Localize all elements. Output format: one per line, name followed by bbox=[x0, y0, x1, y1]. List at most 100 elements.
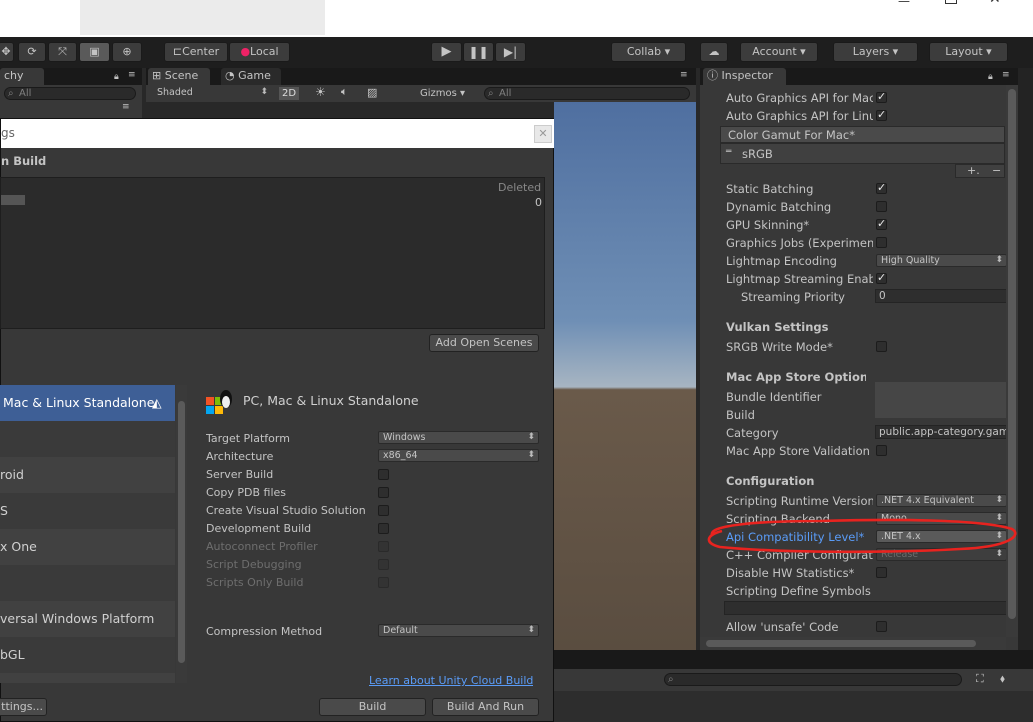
auto-graphics-mac-checkbox[interactable] bbox=[876, 90, 887, 103]
color-gamut-header: Color Gamut For Mac* bbox=[720, 126, 1005, 143]
gpu-skinning-checkbox[interactable] bbox=[876, 217, 887, 230]
collab-button[interactable]: Collab ▾ bbox=[611, 42, 686, 62]
tab-inspector[interactable]: ⓘ Inspector bbox=[703, 68, 786, 85]
static-batching-label: Static Batching bbox=[726, 182, 814, 196]
auto-graphics-linux-checkbox[interactable] bbox=[876, 108, 887, 121]
inspector-hscrollbar[interactable] bbox=[700, 637, 1006, 650]
dynamic-batching-checkbox[interactable] bbox=[876, 201, 887, 212]
development-build-checkbox[interactable] bbox=[378, 523, 389, 534]
build-settings-window: gs ✕ n Build Deleted 0 Add Open Scenes M… bbox=[0, 118, 554, 722]
platform-item[interactable] bbox=[0, 421, 175, 457]
pivot-center-button[interactable]: ⊏Center bbox=[164, 42, 228, 62]
compression-dropdown[interactable]: Default bbox=[378, 624, 539, 637]
allow-unsafe-checkbox[interactable] bbox=[876, 621, 887, 632]
create-vs-checkbox[interactable] bbox=[378, 505, 389, 516]
audio-icon[interactable]: 🔈︎ bbox=[341, 85, 348, 99]
build-button[interactable]: Build bbox=[319, 698, 426, 716]
list-footer: +. − bbox=[955, 164, 1005, 178]
minimize-icon[interactable]: — bbox=[898, 0, 914, 8]
filter-icon[interactable]: ⛶ bbox=[976, 672, 984, 686]
deleted-label: Deleted bbox=[498, 181, 542, 194]
platform-item[interactable]: S bbox=[0, 493, 175, 529]
lightmap-encoding-label: Lightmap Encoding bbox=[726, 254, 837, 268]
srgb-write-checkbox[interactable] bbox=[876, 341, 887, 352]
hierarchy-search[interactable]: ⌕ All bbox=[4, 87, 136, 100]
tab-hierarchy[interactable]: chy bbox=[0, 68, 44, 85]
platform-item[interactable]: x One bbox=[0, 529, 175, 565]
effects-icon[interactable]: ▨ bbox=[367, 86, 377, 99]
platform-item[interactable]: bGL bbox=[0, 637, 175, 673]
cloud-icon: ☁ bbox=[708, 45, 720, 58]
scale-icon: ⤧ bbox=[58, 45, 67, 58]
platform-item[interactable]: roid bbox=[0, 457, 175, 493]
hierarchy-menu-icon[interactable]: ≡ bbox=[122, 102, 130, 112]
pause-button[interactable]: ❚❚ bbox=[463, 42, 494, 62]
inspector-lock-icon[interactable]: 🔒︎ bbox=[988, 72, 993, 82]
maximize-icon[interactable] bbox=[945, 0, 957, 4]
inspector-hscrollbar-thumb[interactable] bbox=[706, 640, 976, 647]
play-button[interactable]: ▶ bbox=[431, 42, 462, 62]
lightmap-encoding-dropdown[interactable]: High Quality bbox=[876, 254, 1007, 267]
remove-icon[interactable]: − bbox=[992, 164, 1001, 177]
category-label: Category bbox=[726, 426, 779, 440]
graphics-jobs-checkbox[interactable] bbox=[876, 237, 887, 248]
platform-item[interactable]: versal Windows Platform bbox=[0, 601, 175, 637]
rotate-tool-button[interactable]: ⟳ bbox=[18, 42, 46, 62]
blurred-bundle-field[interactable] bbox=[875, 382, 1007, 418]
tag-icon[interactable]: ⬧ bbox=[1000, 672, 1005, 686]
menu-icon[interactable]: ≡ bbox=[128, 70, 136, 80]
move-tool-button[interactable]: ✥ bbox=[0, 42, 14, 62]
cloud-button[interactable]: ☁ bbox=[700, 42, 728, 62]
platform-item[interactable] bbox=[0, 565, 175, 601]
scene-view[interactable] bbox=[554, 102, 696, 650]
pivot-space-button[interactable]: ●Local bbox=[229, 42, 290, 62]
build-and-run-button[interactable]: Build And Run bbox=[432, 698, 539, 716]
vulkan-header: Vulkan Settings bbox=[726, 320, 829, 334]
close-window-icon[interactable]: ✕ bbox=[989, 0, 1003, 7]
platform-scrollbar[interactable] bbox=[176, 385, 187, 683]
copy-pdb-checkbox[interactable] bbox=[378, 487, 389, 498]
step-button[interactable]: ▶| bbox=[495, 42, 526, 62]
drag-handle-icon[interactable]: ═ bbox=[726, 147, 731, 157]
architecture-dropdown[interactable]: x86_64 bbox=[378, 449, 539, 462]
scale-tool-button[interactable]: ⤧ bbox=[48, 42, 77, 62]
account-dropdown[interactable]: Account ▾ bbox=[740, 42, 818, 62]
tab-game[interactable]: ◔ Game bbox=[221, 68, 281, 85]
rect-tool-button[interactable]: ▣ bbox=[79, 42, 110, 62]
player-settings-button[interactable]: ttings... bbox=[0, 698, 47, 716]
streaming-priority-field[interactable]: 0 bbox=[875, 289, 1007, 303]
scene-menu-icon[interactable]: ≡ bbox=[680, 70, 688, 80]
scripting-runtime-label: Scripting Runtime Version bbox=[726, 494, 873, 508]
color-gamut-list[interactable]: ═ sRGB bbox=[720, 143, 1005, 164]
layout-dropdown[interactable]: Layout ▾ bbox=[929, 42, 1008, 62]
script-debugging-label: Script Debugging bbox=[206, 558, 302, 571]
scene-search[interactable]: ⌕ All bbox=[484, 87, 690, 100]
define-symbols-field[interactable] bbox=[724, 601, 1007, 615]
shading-mode-dropdown[interactable]: Shaded bbox=[153, 87, 271, 100]
server-build-checkbox[interactable] bbox=[378, 469, 389, 480]
platform-scrollbar-thumb[interactable] bbox=[178, 401, 185, 663]
category-field[interactable]: public.app-category.games bbox=[875, 425, 1007, 439]
disable-hw-checkbox[interactable] bbox=[876, 567, 887, 578]
gizmos-dropdown[interactable]: Gizmos ▾ bbox=[420, 88, 465, 99]
2d-toggle[interactable]: 2D bbox=[279, 87, 299, 100]
console-search[interactable]: ⌕ bbox=[664, 673, 962, 686]
add-open-scenes-button[interactable]: Add Open Scenes bbox=[429, 334, 539, 352]
lock-icon[interactable]: 🔒︎ bbox=[114, 72, 119, 82]
transform-tool-button[interactable]: ⊕ bbox=[112, 42, 142, 62]
layers-dropdown[interactable]: Layers ▾ bbox=[833, 42, 918, 62]
scenes-in-build-list[interactable]: Deleted 0 bbox=[0, 177, 545, 329]
platform-list: Mac & Linux Standalone ◭ roid S x One ver… bbox=[0, 385, 175, 683]
platform-item[interactable]: Mac & Linux Standalone ◭ bbox=[0, 385, 175, 421]
lighting-icon[interactable]: ☀ bbox=[315, 85, 326, 99]
add-icon[interactable]: +. bbox=[967, 164, 980, 177]
static-batching-checkbox[interactable] bbox=[876, 181, 887, 194]
target-platform-dropdown[interactable]: Windows bbox=[378, 431, 539, 444]
close-icon[interactable]: ✕ bbox=[534, 125, 552, 143]
mas-validation-checkbox[interactable] bbox=[876, 445, 887, 456]
lightmap-streaming-checkbox[interactable] bbox=[876, 271, 887, 284]
tab-scene[interactable]: ⊞ Scene bbox=[148, 68, 210, 85]
scripting-runtime-dropdown[interactable]: .NET 4.x Equivalent bbox=[876, 494, 1007, 507]
inspector-menu-icon[interactable]: ≡ bbox=[1002, 70, 1010, 80]
cloud-build-link[interactable]: Learn about Unity Cloud Build bbox=[369, 674, 533, 687]
